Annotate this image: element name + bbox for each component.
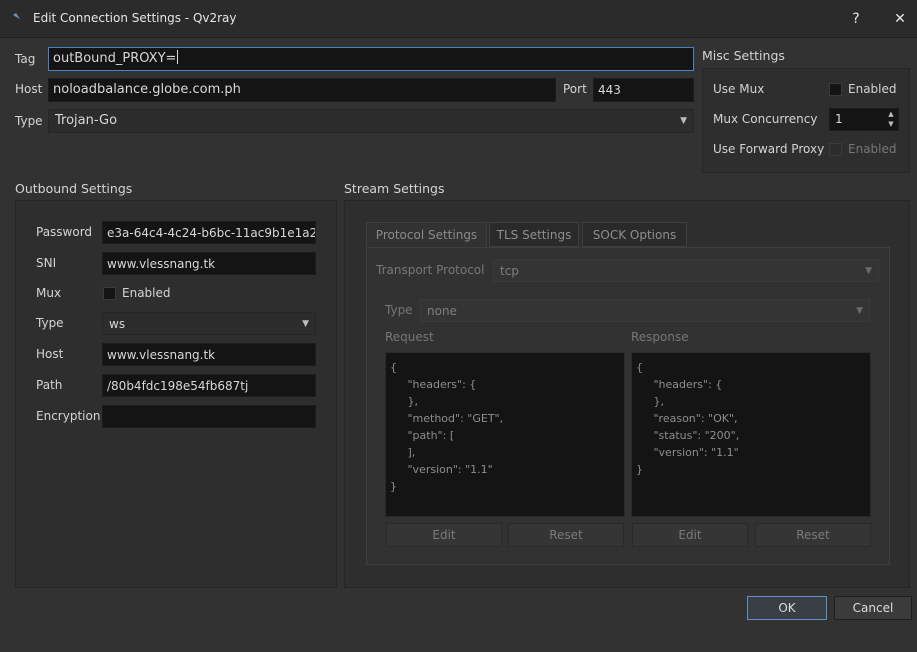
mux-checkbox[interactable] <box>103 287 116 300</box>
response-json-editor[interactable]: { "headers": { }, "reason": "OK", "statu… <box>631 352 871 517</box>
header-type-label: Type <box>385 303 413 317</box>
encryption-input[interactable] <box>102 405 316 428</box>
ws-host-label: Host <box>36 347 64 361</box>
response-label: Response <box>631 330 689 344</box>
misc-settings-title: Misc Settings <box>702 48 785 63</box>
stream-settings-title: Stream Settings <box>344 181 445 196</box>
close-button[interactable]: ✕ <box>887 6 913 32</box>
use-forward-proxy-checkbox[interactable] <box>829 143 842 156</box>
outbound-settings-title: Outbound Settings <box>15 181 133 196</box>
header-type-select[interactable]: none ▼ <box>420 299 870 322</box>
spin-down-icon[interactable]: ▼ <box>884 119 898 130</box>
request-reset-button[interactable]: Reset <box>508 523 624 547</box>
tab-sock-options[interactable]: SOCK Options <box>582 222 687 247</box>
use-mux-label: Use Mux <box>713 82 765 96</box>
use-forward-proxy-label: Use Forward Proxy <box>713 142 825 156</box>
use-mux-enabled-label: Enabled <box>848 82 897 96</box>
chevron-down-icon: ▼ <box>865 266 872 276</box>
request-json-editor[interactable]: { "headers": { }, "method": "GET", "path… <box>385 352 625 517</box>
request-label: Request <box>385 330 434 344</box>
text-cursor <box>177 50 179 64</box>
stream-type-label: Type <box>36 316 64 330</box>
password-label: Password <box>36 225 93 239</box>
use-mux-checkbox[interactable] <box>829 83 842 96</box>
mux-concurrency-value: 1 <box>835 112 843 126</box>
type-label: Type <box>15 114 43 128</box>
host-input[interactable]: noloadbalance.globe.com.ph <box>48 78 556 102</box>
path-label: Path <box>36 378 63 392</box>
response-edit-button[interactable]: Edit <box>632 523 748 547</box>
transport-protocol-label: Transport Protocol <box>376 263 485 277</box>
outbound-type-select[interactable]: Trojan-Go ▼ <box>48 109 694 133</box>
header-type-value: none <box>427 304 457 318</box>
ok-button[interactable]: OK <box>747 596 827 620</box>
qv2ray-app-icon <box>13 13 25 24</box>
ws-host-input[interactable]: www.vlessnang.tk <box>102 343 316 366</box>
tab-protocol-settings[interactable]: Protocol Settings <box>366 222 487 248</box>
tag-input[interactable]: outBound_PROXY= <box>48 47 694 71</box>
path-input[interactable]: /80b4fdc198e54fb687tj <box>102 374 316 397</box>
chevron-down-icon: ▼ <box>680 116 687 126</box>
transport-protocol-value: tcp <box>500 264 519 278</box>
window-title: Edit Connection Settings - Qv2ray <box>33 11 237 25</box>
mux-label: Mux <box>36 286 62 300</box>
port-input[interactable]: 443 <box>593 78 694 102</box>
request-edit-button[interactable]: Edit <box>386 523 502 547</box>
host-label: Host <box>15 82 43 96</box>
response-reset-button[interactable]: Reset <box>755 523 871 547</box>
tag-label: Tag <box>15 52 36 66</box>
help-button[interactable]: ? <box>843 6 869 32</box>
network-type-select[interactable]: ws ▼ <box>102 312 316 335</box>
chevron-down-icon: ▼ <box>856 306 863 316</box>
title-bar: Edit Connection Settings - Qv2ray ? ✕ <box>0 0 917 38</box>
sni-input[interactable]: www.vlessnang.tk <box>102 252 316 275</box>
mux-concurrency-label: Mux Concurrency <box>713 112 818 126</box>
encryption-label: Encryption <box>36 409 101 423</box>
mux-enabled-label: Enabled <box>122 286 171 300</box>
cancel-button[interactable]: Cancel <box>834 596 912 620</box>
network-type-value: ws <box>109 317 126 331</box>
password-input[interactable]: e3a-64c4-4c24-b6bc-11ac9b1e1a24 <box>102 221 316 244</box>
outbound-type-value: Trojan-Go <box>55 113 118 128</box>
port-label: Port <box>563 82 587 96</box>
use-forward-proxy-enabled-label: Enabled <box>848 142 897 156</box>
transport-protocol-select[interactable]: tcp ▼ <box>493 259 879 282</box>
sni-label: SNI <box>36 256 57 270</box>
tab-tls-settings[interactable]: TLS Settings <box>489 222 579 247</box>
tag-value: outBound_PROXY= <box>53 51 177 66</box>
chevron-down-icon: ▼ <box>302 319 309 329</box>
